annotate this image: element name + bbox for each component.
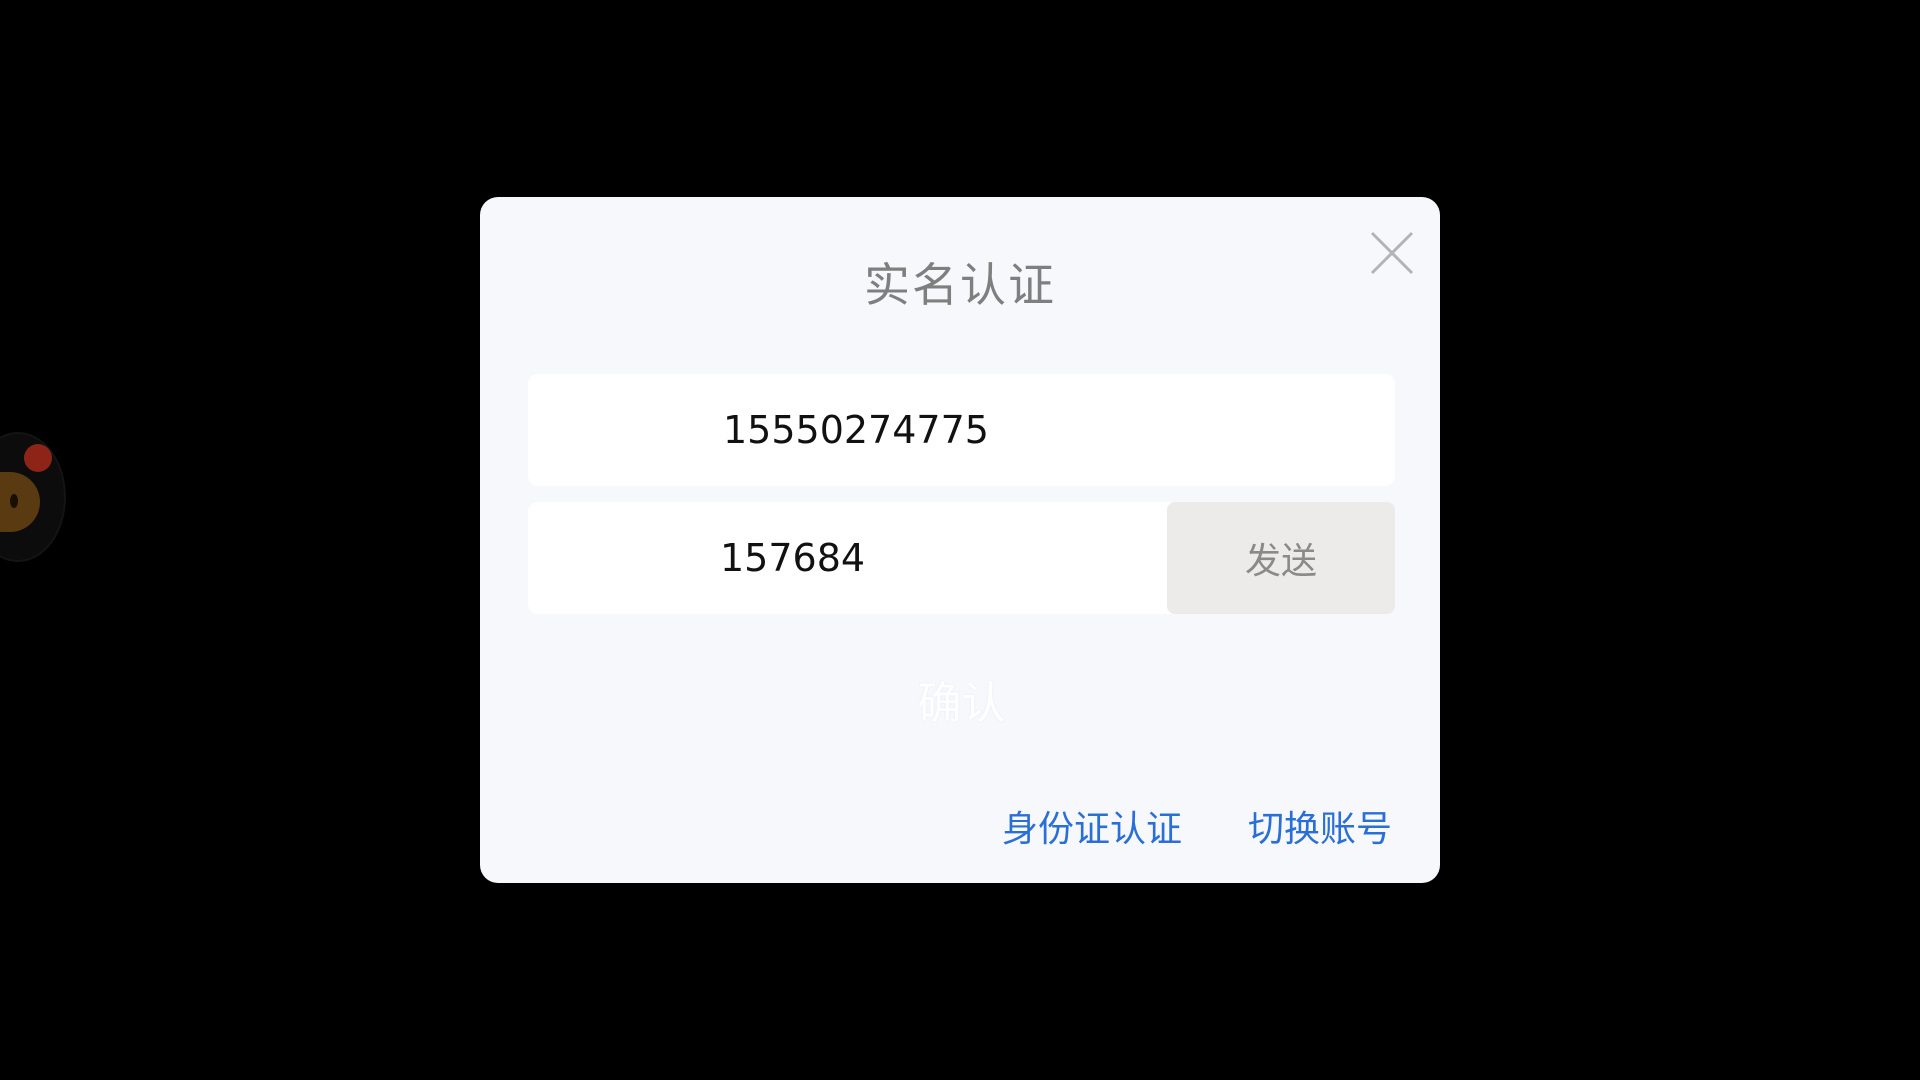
- phone-input[interactable]: [528, 374, 1395, 486]
- real-name-auth-dialog: 实名认证 发送 确认 身份证认证 切换账号: [480, 197, 1440, 883]
- floating-ball-eye: [10, 494, 18, 508]
- code-field[interactable]: [528, 502, 1188, 614]
- notification-dot: [24, 444, 52, 472]
- send-code-button[interactable]: 发送: [1167, 502, 1395, 614]
- switch-account-link[interactable]: 切换账号: [1248, 800, 1392, 852]
- verification-code-input[interactable]: [528, 502, 1188, 614]
- confirm-button[interactable]: 确认: [528, 639, 1395, 759]
- id-card-auth-link[interactable]: 身份证认证: [1002, 800, 1182, 852]
- phone-field[interactable]: [528, 374, 1395, 486]
- floating-assistant-icon[interactable]: [0, 432, 66, 562]
- dialog-title: 实名认证: [864, 258, 1056, 312]
- screen: 实名认证 发送 确认 身份证认证 切换账号: [0, 0, 1920, 1080]
